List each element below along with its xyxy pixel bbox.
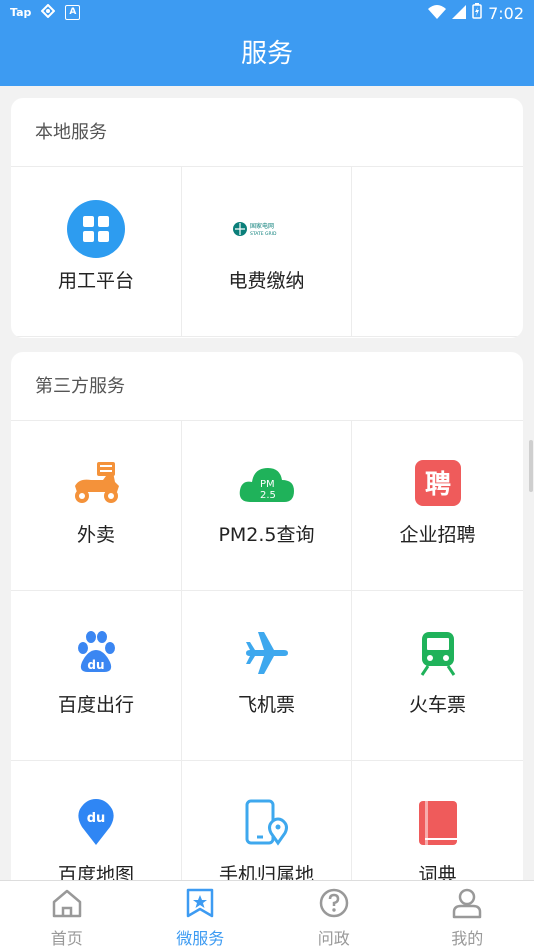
svg-text:du: du	[87, 658, 104, 672]
wifi-icon	[428, 4, 446, 23]
tab-label: 微服务	[176, 925, 224, 949]
service-label: 用工平台	[58, 266, 134, 293]
state-grid-logo-icon: 国家电网 STATE GRID	[232, 200, 302, 258]
phone-location-icon	[238, 794, 296, 852]
service-label: 企业招聘	[399, 520, 475, 547]
sync-icon	[41, 4, 55, 21]
bottom-tab-bar: 首页 微服务 问政 我的	[0, 880, 534, 951]
question-icon	[318, 887, 350, 923]
home-icon	[51, 887, 83, 923]
svg-text:STATE GRID: STATE GRID	[250, 231, 277, 237]
battery-icon	[472, 3, 482, 23]
local-services-title: 本地服务	[11, 98, 523, 167]
empty-cell	[352, 167, 523, 337]
text-a-icon: A	[65, 5, 80, 20]
tab-label: 首页	[51, 925, 83, 949]
tab-home[interactable]: 首页	[0, 881, 134, 951]
signal-icon	[452, 4, 466, 23]
recruit-icon: 聘	[409, 454, 467, 512]
tab-label: 问政	[318, 925, 350, 949]
dictionary-book-icon	[409, 794, 467, 852]
svg-text:du: du	[87, 811, 106, 826]
page-title: 服务	[0, 28, 534, 86]
service-label: 飞机票	[238, 690, 295, 717]
service-item-dictionary[interactable]: 词典	[352, 761, 523, 892]
service-item-pm25[interactable]: PM 2.5 PM2.5查询	[182, 421, 352, 591]
tab-label: 我的	[451, 925, 483, 949]
third-party-services-title: 第三方服务	[11, 352, 523, 421]
tab-inquiry[interactable]: 问政	[267, 881, 401, 951]
service-item-baidu-map[interactable]: du 百度地图	[11, 761, 182, 892]
scrollbar[interactable]	[529, 440, 533, 492]
svg-text:PM: PM	[260, 479, 275, 490]
map-pin-icon: du	[67, 794, 125, 852]
svg-text:国家电网: 国家电网	[250, 222, 274, 230]
service-label: 火车票	[409, 690, 466, 717]
service-label: 电费缴纳	[228, 266, 304, 293]
service-item-flight-ticket[interactable]: 飞机票	[182, 591, 352, 761]
service-label: 外卖	[77, 520, 115, 547]
baidu-paw-icon: du	[67, 624, 125, 682]
tab-micro-service[interactable]: 微服务	[134, 881, 268, 951]
grid-app-icon	[67, 200, 125, 258]
svg-text:2.5: 2.5	[260, 490, 276, 501]
service-item-baidu-travel[interactable]: du 百度出行	[11, 591, 182, 761]
service-label: PM2.5查询	[218, 520, 314, 547]
service-item-recruitment[interactable]: 聘 企业招聘	[352, 421, 523, 591]
airplane-icon	[238, 624, 296, 682]
status-bar: Tap A 7:02	[0, 0, 534, 28]
service-item-labor-platform[interactable]: 用工平台	[11, 167, 182, 337]
delivery-scooter-icon	[67, 454, 125, 512]
third-party-services-card: 第三方服务 外卖 PM	[11, 352, 523, 892]
clock-time: 7:02	[488, 4, 524, 23]
service-item-train-ticket[interactable]: 火车票	[352, 591, 523, 761]
pm25-cloud-icon: PM 2.5	[238, 454, 296, 512]
star-bookmark-icon	[184, 887, 216, 923]
service-label: 百度出行	[58, 690, 134, 717]
service-item-electricity-payment[interactable]: 国家电网 STATE GRID 电费缴纳	[182, 167, 352, 337]
service-item-takeout[interactable]: 外卖	[11, 421, 182, 591]
local-services-card: 本地服务 用工平台 国家电网 STATE GRID	[11, 98, 523, 338]
user-icon	[451, 887, 483, 923]
service-item-phone-location[interactable]: 手机归属地	[182, 761, 352, 892]
tab-mine[interactable]: 我的	[401, 881, 534, 951]
svg-text:聘: 聘	[424, 470, 450, 500]
train-icon	[409, 624, 467, 682]
tap-status-icon: Tap	[10, 6, 31, 19]
